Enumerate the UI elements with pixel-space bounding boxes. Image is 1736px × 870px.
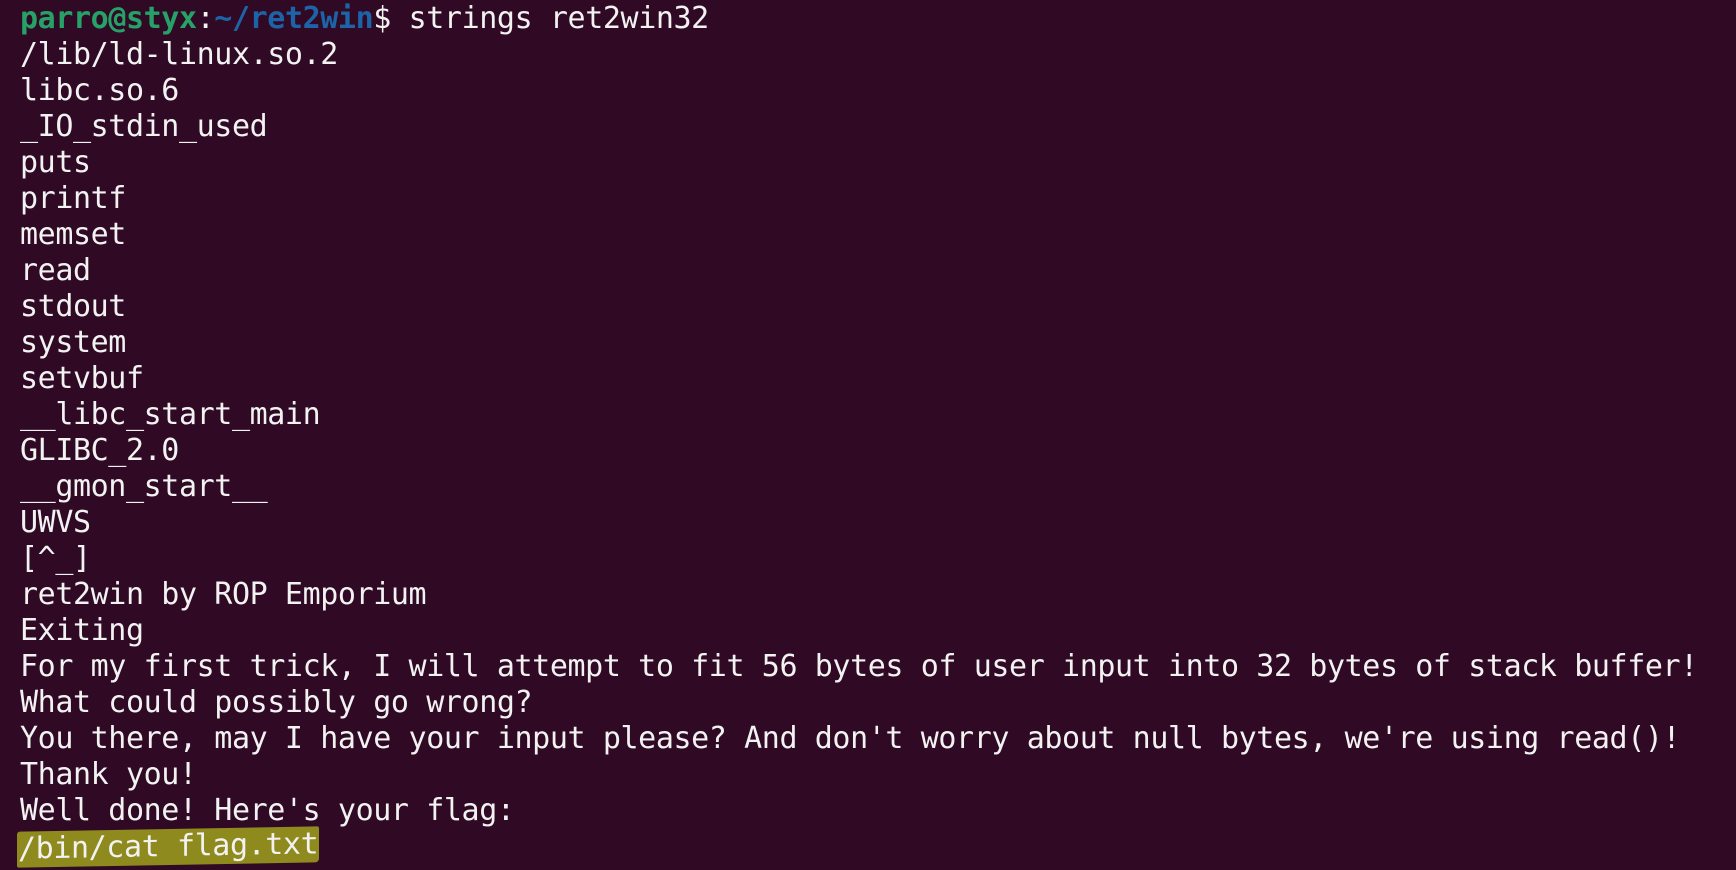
output-line: setvbuf (20, 361, 144, 396)
terminal-window[interactable]: parro@styx:~/ret2win$ strings ret2win32 … (0, 0, 1736, 870)
output-line: Well done! Here's your flag: (20, 793, 515, 828)
output-line: puts (20, 145, 91, 180)
output-line: ret2win by ROP Emporium (20, 577, 427, 612)
prompt-dollar: $ (373, 1, 391, 36)
output-line: What could possibly go wrong? (20, 685, 533, 720)
output-line: GLIBC_2.0 (20, 433, 179, 468)
output-line: You there, may I have your input please?… (20, 721, 1681, 756)
output-line: [^_] (20, 541, 91, 576)
highlighted-output-line: /bin/cat flag.txt (17, 826, 1736, 868)
prompt-path: ~/ret2win (214, 1, 374, 36)
prompt-colon: : (196, 1, 215, 36)
output-line: __libc_start_main (20, 397, 321, 432)
output-line: system (20, 325, 126, 360)
prompt-line: parro@styx:~/ret2win$ strings ret2win32 (20, 1, 1736, 37)
output-line: Thank you! (20, 757, 197, 792)
prompt-user-host: parro@styx (20, 1, 197, 36)
output-line: _IO_stdin_used (20, 109, 268, 144)
output-line: __gmon_start__ (20, 469, 268, 504)
command-text: strings ret2win32 (390, 1, 710, 36)
output-line: printf (20, 181, 126, 216)
output-line: libc.so.6 (20, 73, 179, 108)
output-line: Exiting (20, 613, 144, 648)
output-line: stdout (20, 289, 126, 324)
output-line: UWVS (20, 505, 91, 540)
output-line: memset (20, 217, 126, 252)
highlighted-flag-command: /bin/cat flag.txt (17, 826, 320, 868)
output-line: /lib/ld-linux.so.2 (20, 37, 338, 72)
output-line: For my first trick, I will attempt to fi… (20, 649, 1698, 684)
output-line: read (20, 253, 91, 288)
